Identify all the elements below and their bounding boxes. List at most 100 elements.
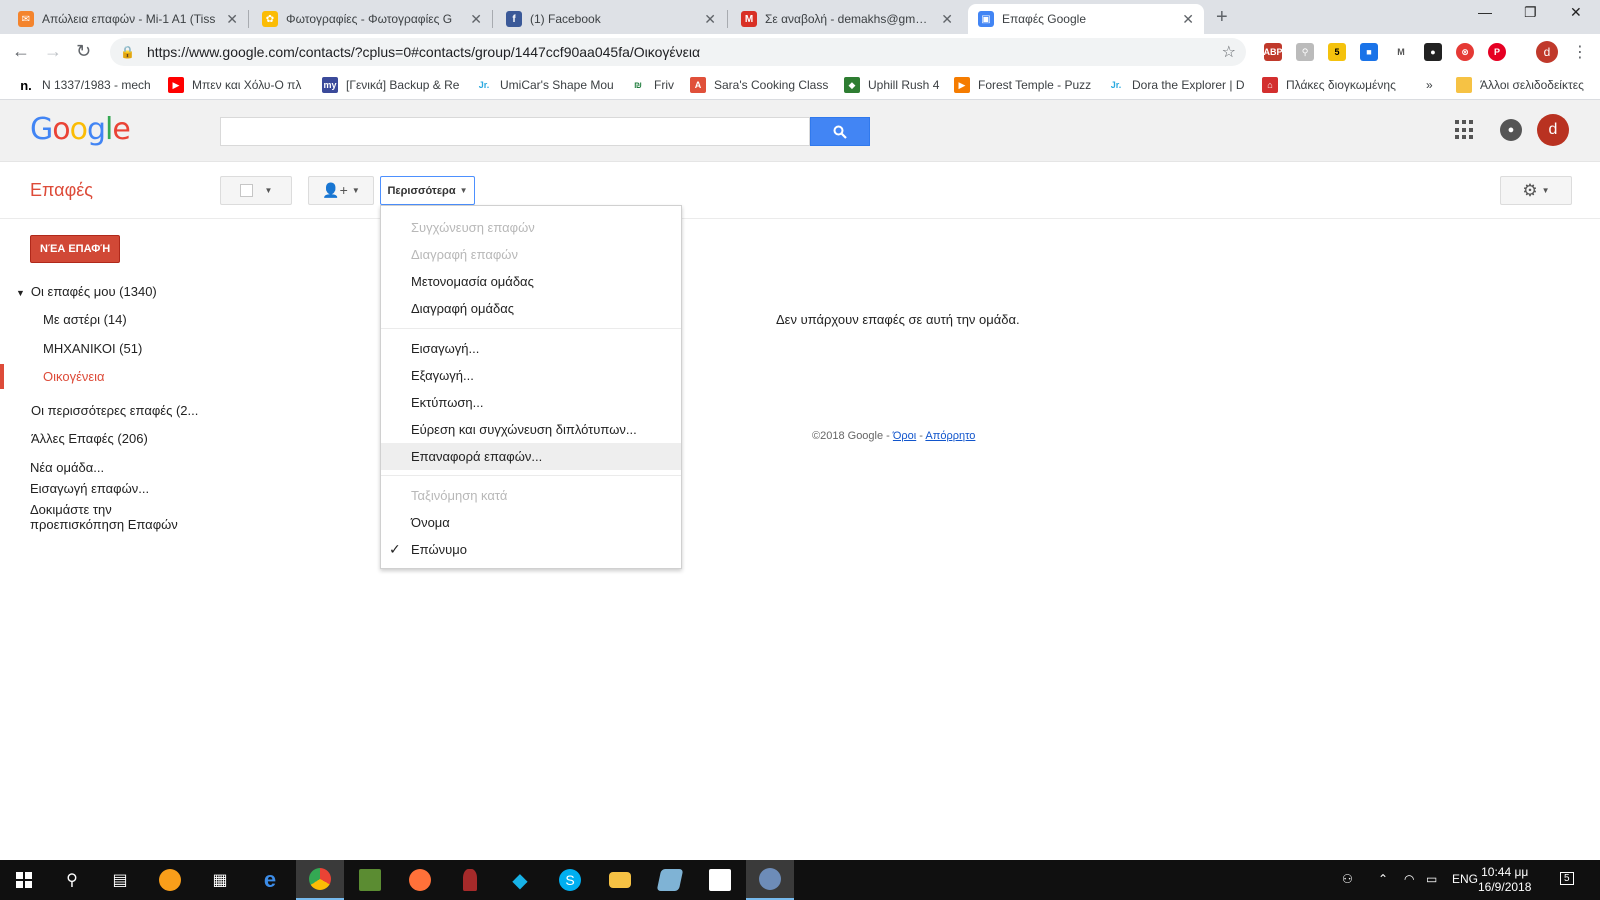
- bookmark-item[interactable]: n. N 1337/1983 - mech: [18, 76, 158, 94]
- checkbox[interactable]: [239, 184, 253, 197]
- forward-button[interactable]: →: [44, 41, 62, 62]
- sidebar-item-my-contacts[interactable]: ▼ Οι επαφές μου (1340): [16, 284, 157, 299]
- apps-icon[interactable]: [1455, 120, 1475, 140]
- bookmark-item[interactable]: my [Γενικά] Backup & Re: [322, 76, 462, 94]
- close-window-button[interactable]: ✕: [1570, 4, 1582, 21]
- more-button[interactable]: Περισσότερα ▼: [380, 176, 475, 205]
- restore-button[interactable]: ❐: [1524, 4, 1537, 21]
- store-icon[interactable]: [696, 860, 744, 900]
- menu-item-export[interactable]: Εξαγωγή...: [381, 362, 681, 389]
- profile-avatar[interactable]: d: [1536, 41, 1558, 63]
- wifi-icon[interactable]: ◠: [1404, 872, 1414, 886]
- bookmark-item[interactable]: ◆ Uphill Rush 4: [844, 76, 944, 94]
- bell-icon[interactable]: ●: [1500, 119, 1522, 141]
- close-icon[interactable]: ✕: [470, 11, 482, 28]
- other-bookmarks[interactable]: Άλλοι σελιδοδείκτες: [1456, 76, 1584, 94]
- browser-tab[interactable]: M Σε αναβολή - demakhs@gmail.cc ✕: [731, 4, 963, 34]
- start-icon[interactable]: [0, 860, 48, 900]
- menu-item-sort-last-name[interactable]: ✓ Επώνυμο: [381, 536, 681, 563]
- language-indicator[interactable]: ENG: [1452, 872, 1478, 886]
- search-icon[interactable]: ⚲: [48, 860, 96, 900]
- menu-item-rename-group[interactable]: Μετονομασία ομάδας: [381, 268, 681, 295]
- close-icon[interactable]: ✕: [704, 11, 716, 28]
- system-clock[interactable]: 10:44 μμ 16/9/2018: [1478, 865, 1531, 895]
- menu-item-delete-group[interactable]: Διαγραφή ομάδας: [381, 295, 681, 322]
- back-button[interactable]: ←: [12, 41, 30, 62]
- pinterest-icon[interactable]: P: [1488, 43, 1506, 61]
- calculator-icon[interactable]: ▦: [196, 860, 244, 900]
- close-icon[interactable]: ✕: [226, 11, 238, 28]
- bookmark-star-icon[interactable]: ☆: [1222, 42, 1236, 62]
- sidebar-item-family[interactable]: Οικογένεια: [43, 369, 105, 384]
- extension-icon[interactable]: ⚲: [1296, 43, 1314, 61]
- add-to-group-button[interactable]: 👤+ ▼: [308, 176, 374, 205]
- new-group-link[interactable]: Νέα ομάδα...: [30, 460, 104, 475]
- sidebar-item-other-contacts[interactable]: Άλλες Επαφές (206): [31, 431, 148, 446]
- avatar[interactable]: d: [1537, 114, 1569, 146]
- address-bar[interactable]: 🔒 https://www.google.com/contacts/?cplus…: [110, 38, 1246, 66]
- skype-icon[interactable]: S: [546, 860, 594, 900]
- app-icon[interactable]: [446, 860, 494, 900]
- search-button[interactable]: [810, 117, 870, 146]
- people-icon[interactable]: ⚇: [1342, 872, 1353, 886]
- browser-tab[interactable]: f (1) Facebook ✕: [496, 4, 726, 34]
- file-explorer-icon[interactable]: [596, 860, 644, 900]
- kodi-icon[interactable]: ◆: [496, 860, 544, 900]
- sidebar-item-engineers[interactable]: ΜΗΧΑΝΙΚΟΙ (51): [43, 341, 142, 356]
- new-tab-button[interactable]: +: [1216, 6, 1228, 29]
- privacy-link[interactable]: Απόρρητο: [925, 430, 975, 442]
- try-preview-link[interactable]: Δοκιμάστε την προεπισκόπηση Επαφών: [30, 502, 178, 532]
- chevron-up-icon[interactable]: ⌃: [1378, 872, 1388, 886]
- page-title[interactable]: Επαφές: [30, 180, 93, 201]
- bookmark-item[interactable]: ▶ Μπεν και Χόλυ-Ο πλ: [168, 76, 308, 94]
- menu-item-import[interactable]: Εισαγωγή...: [381, 335, 681, 362]
- import-contacts-link[interactable]: Εισαγωγή επαφών...: [30, 481, 149, 496]
- bookmark-item[interactable]: ⌂ Πλάκες διογκωμένης: [1262, 76, 1398, 94]
- edge-icon[interactable]: e: [246, 860, 294, 900]
- bookmark-item[interactable]: Jr. Dora the Explorer | D: [1108, 76, 1248, 94]
- minecraft-icon[interactable]: [346, 860, 394, 900]
- reload-button[interactable]: ↻: [76, 41, 91, 62]
- notification-center-icon[interactable]: 5: [1560, 870, 1574, 885]
- extension-icon[interactable]: ⊗: [1456, 43, 1474, 61]
- app-icon[interactable]: [746, 860, 794, 900]
- menu-item-sort-first-name[interactable]: Όνομα: [381, 509, 681, 536]
- bookmark-extension-icon[interactable]: ■: [1360, 43, 1378, 61]
- bookmark-item[interactable]: ₪ Friv: [630, 76, 680, 94]
- browser-tab[interactable]: ✉ Απώλεια επαφών - Mi-1 A1 (Tiss ✕: [8, 4, 248, 34]
- task-view-icon[interactable]: ▤: [96, 860, 144, 900]
- browser-tab[interactable]: ✿ Φωτογραφίες - Φωτογραφίες G ✕: [252, 4, 492, 34]
- sidebar-item-starred[interactable]: Με αστέρι (14): [43, 312, 127, 327]
- select-checkbox-button[interactable]: ▼: [220, 176, 292, 205]
- battery-icon[interactable]: ▭: [1426, 872, 1437, 886]
- minimize-button[interactable]: —: [1478, 4, 1492, 20]
- browser-tab-active[interactable]: ▣ Επαφές Google ✕: [968, 4, 1204, 34]
- close-icon[interactable]: ✕: [941, 11, 953, 28]
- bookmark-item[interactable]: A Sara's Cooking Class: [690, 76, 830, 94]
- menu-item-print[interactable]: Εκτύπωση...: [381, 389, 681, 416]
- bookmark-item[interactable]: Jr. UmiCar's Shape Mou: [476, 76, 616, 94]
- expand-triangle-icon[interactable]: ▼: [16, 288, 25, 298]
- lock-icon[interactable]: 🔒: [120, 45, 135, 59]
- app-icon[interactable]: [646, 860, 694, 900]
- bookmark-item[interactable]: ▶ Forest Temple - Puzz: [954, 76, 1094, 94]
- google-logo[interactable]: Google: [30, 112, 131, 147]
- chrome-menu-icon[interactable]: ⋮: [1572, 42, 1588, 62]
- menu-item-find-duplicates[interactable]: Εύρεση και συγχώνευση διπλότυπων...: [381, 416, 681, 443]
- search-input[interactable]: [220, 117, 810, 146]
- new-contact-button[interactable]: ΝΈΑ ΕΠΑΦΉ: [30, 235, 121, 263]
- bookmark-icon: n.: [18, 77, 34, 93]
- terms-link[interactable]: Όροι: [893, 430, 916, 442]
- extension-icon[interactable]: ●: [1424, 43, 1442, 61]
- firefox-icon[interactable]: [396, 860, 444, 900]
- overwatch-icon[interactable]: [146, 860, 194, 900]
- extension-icon[interactable]: 5: [1328, 43, 1346, 61]
- menu-item-restore-contacts[interactable]: Επαναφορά επαφών...: [381, 443, 681, 470]
- bookmarks-overflow-button[interactable]: »: [1426, 76, 1433, 94]
- sidebar-item-most-contacted[interactable]: Οι περισσότερες επαφές (2...: [31, 403, 198, 418]
- adblock-icon[interactable]: ABP: [1264, 43, 1283, 61]
- chrome-icon[interactable]: [296, 860, 344, 900]
- settings-button[interactable]: ⚙ ▼: [1500, 176, 1572, 205]
- close-icon[interactable]: ✕: [1182, 11, 1194, 28]
- extension-icon[interactable]: M: [1392, 43, 1410, 61]
